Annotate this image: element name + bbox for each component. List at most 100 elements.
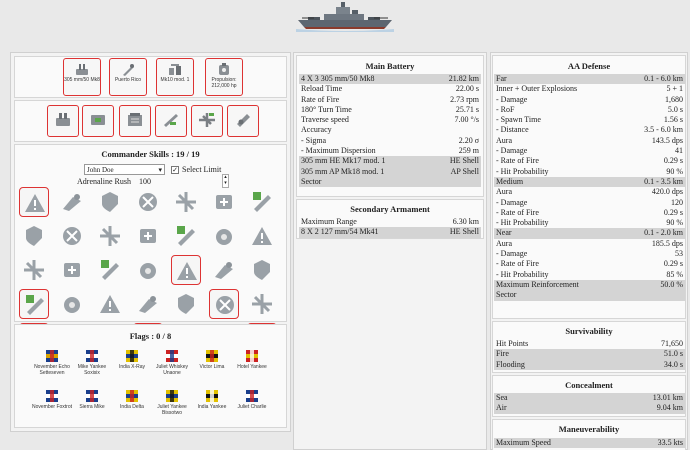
module-hull[interactable]: Puerto Rico bbox=[109, 58, 147, 96]
commander-skill[interactable] bbox=[133, 255, 163, 285]
upgrade-slot-6[interactable] bbox=[227, 105, 259, 137]
concealment-title: Concealment bbox=[565, 380, 613, 390]
commander-skill[interactable] bbox=[95, 187, 125, 217]
commander-skill[interactable] bbox=[57, 221, 87, 251]
flag-icon bbox=[206, 350, 218, 362]
stat-label: Inner + Outer Explosions bbox=[496, 84, 578, 94]
commander-skill[interactable] bbox=[57, 289, 87, 319]
commander-skills-title: Commander Skills : 19 / 19 bbox=[101, 149, 200, 159]
main-battery-box: Main Battery 4 X 3 305 mm/50 Mk8 21.82 km… bbox=[296, 55, 484, 197]
commander-skill[interactable] bbox=[133, 221, 163, 251]
commander-skill[interactable] bbox=[95, 255, 125, 285]
stat-row: 305 mm HE Mk17 mod. 1 HE Shell bbox=[299, 156, 481, 167]
module-main-battery[interactable]: 305 mm/50 Mk8 bbox=[63, 58, 101, 96]
ship-image bbox=[296, 2, 394, 32]
stat-row: - Spawn Time 1.56 s bbox=[494, 115, 685, 125]
stat-row: - Rate of Fire 0.29 s bbox=[494, 208, 685, 218]
stat-value: 90 % bbox=[666, 218, 683, 228]
stat-label: - Damage bbox=[496, 94, 528, 104]
signal-flag[interactable]: Juliet Whiskey Unaone bbox=[151, 349, 193, 376]
upgrade-slot-3[interactable] bbox=[119, 105, 151, 137]
commander-skill[interactable] bbox=[247, 255, 277, 285]
commander-skill[interactable] bbox=[209, 221, 239, 251]
defense-panel: AA Defense Far 0.1 - 6.0 km Inner + Outer … bbox=[490, 52, 688, 450]
commander-skill[interactable] bbox=[171, 221, 201, 251]
commander-skill[interactable] bbox=[247, 289, 277, 319]
commander-skill[interactable] bbox=[19, 289, 49, 319]
stat-label: 8 X 2 127 mm/54 Mk41 bbox=[299, 227, 429, 238]
stat-row: 305 mm AP Mk18 mod. 1 AP Shell bbox=[299, 166, 481, 177]
stat-value: 0.1 - 2.0 km bbox=[621, 228, 685, 239]
skill-icon bbox=[253, 192, 271, 212]
commander-skill[interactable] bbox=[209, 255, 239, 285]
armament-panel: Main Battery 4 X 3 305 mm/50 Mk8 21.82 km… bbox=[293, 52, 487, 450]
upgrade-slot-5[interactable] bbox=[191, 105, 223, 137]
commander-skill[interactable] bbox=[19, 187, 49, 217]
stat-value bbox=[621, 290, 685, 301]
upgrade-slot-1[interactable] bbox=[47, 105, 79, 137]
skill-icon bbox=[64, 263, 80, 277]
stat-row: - Hit Probability 90 % bbox=[494, 218, 685, 228]
commander-skill[interactable] bbox=[209, 289, 239, 319]
signal-flag[interactable]: November Echo Setteseven bbox=[31, 349, 73, 376]
commander-skill[interactable] bbox=[247, 187, 277, 217]
select-limit-checkbox[interactable]: ✓ bbox=[171, 165, 179, 174]
stat-label: Flooding bbox=[494, 359, 606, 370]
commander-skill[interactable] bbox=[171, 187, 201, 217]
skill-icon bbox=[216, 195, 232, 209]
signal-flag[interactable]: India Delta bbox=[111, 389, 153, 410]
signal-flag[interactable]: Sierra Mike bbox=[71, 389, 113, 410]
skill-icon bbox=[139, 296, 157, 313]
stat-value: HE Shell bbox=[428, 227, 481, 238]
commander-skill[interactable] bbox=[19, 255, 49, 285]
signal-flag[interactable]: Victor Lima bbox=[191, 349, 233, 370]
stat-label: Maximum Range bbox=[301, 217, 357, 226]
skill-icon bbox=[254, 260, 270, 280]
stat-row: Near 0.1 - 2.0 km bbox=[494, 228, 685, 239]
aircraft-mod-icon bbox=[199, 113, 215, 127]
stat-label: Hit Points bbox=[496, 339, 529, 348]
stat-label: Maximum Speed bbox=[494, 438, 622, 449]
commander-skill[interactable] bbox=[171, 255, 201, 285]
skill-icon bbox=[25, 194, 45, 212]
flag-label: India Yankee bbox=[197, 404, 227, 410]
flag-label: Victor Lima bbox=[199, 364, 225, 370]
module-propulsion[interactable]: Propulsion: 212,000 hp bbox=[205, 58, 243, 96]
stat-label: Sector bbox=[299, 176, 431, 188]
stat-label: - Rate of Fire bbox=[496, 259, 539, 269]
commander-skill[interactable] bbox=[19, 221, 49, 251]
signal-flag[interactable]: Hotel Yankee bbox=[231, 349, 273, 370]
commander-skill[interactable] bbox=[209, 187, 239, 217]
signal-flag[interactable]: Juliet Yankee Bissotwo bbox=[151, 389, 193, 416]
upgrade-slot-4[interactable] bbox=[155, 105, 187, 137]
stat-value: 120 bbox=[671, 197, 683, 207]
commander-skill[interactable] bbox=[95, 221, 125, 251]
commander-skill[interactable] bbox=[171, 289, 201, 319]
flag-icon bbox=[246, 390, 258, 402]
flag-label: November Echo Setteseven bbox=[34, 364, 70, 376]
adrenaline-rush-label: Adrenaline Rush bbox=[77, 177, 131, 186]
commander-skill[interactable] bbox=[57, 255, 87, 285]
adrenaline-stepper[interactable]: ▴ ▾ bbox=[222, 174, 229, 188]
signal-flag[interactable]: Juliet Charlie bbox=[231, 389, 273, 410]
commander-skill[interactable] bbox=[95, 289, 125, 319]
signal-flag[interactable]: India Yankee bbox=[191, 389, 233, 410]
commander-skill[interactable] bbox=[247, 221, 277, 251]
commander-skill[interactable] bbox=[133, 289, 163, 319]
commander-skill[interactable] bbox=[57, 187, 87, 217]
upgrade-slot-2[interactable] bbox=[82, 105, 114, 137]
module-fire-control[interactable]: Mk10 mod. 1 bbox=[156, 58, 194, 96]
signal-flag[interactable]: Mike Yankee Soxisix bbox=[71, 349, 113, 376]
signal-flag[interactable]: India X-Ray bbox=[111, 349, 153, 370]
stat-label: - Damage bbox=[496, 197, 528, 207]
signal-flag[interactable]: November Foxtrot bbox=[31, 389, 73, 410]
skill-icon bbox=[177, 226, 195, 246]
stat-row: - Rate of Fire 0.29 s bbox=[494, 259, 685, 269]
skill-icon bbox=[26, 295, 44, 315]
stat-row: Fire 51.0 s bbox=[494, 349, 685, 360]
stat-value: 34.0 s bbox=[605, 359, 685, 370]
stat-value: 3.5 - 6.0 km bbox=[644, 125, 683, 135]
commander-select[interactable]: John Doe ▾ bbox=[84, 164, 165, 175]
commander-skill[interactable] bbox=[133, 187, 163, 217]
stat-value: 5.0 s bbox=[667, 104, 683, 114]
